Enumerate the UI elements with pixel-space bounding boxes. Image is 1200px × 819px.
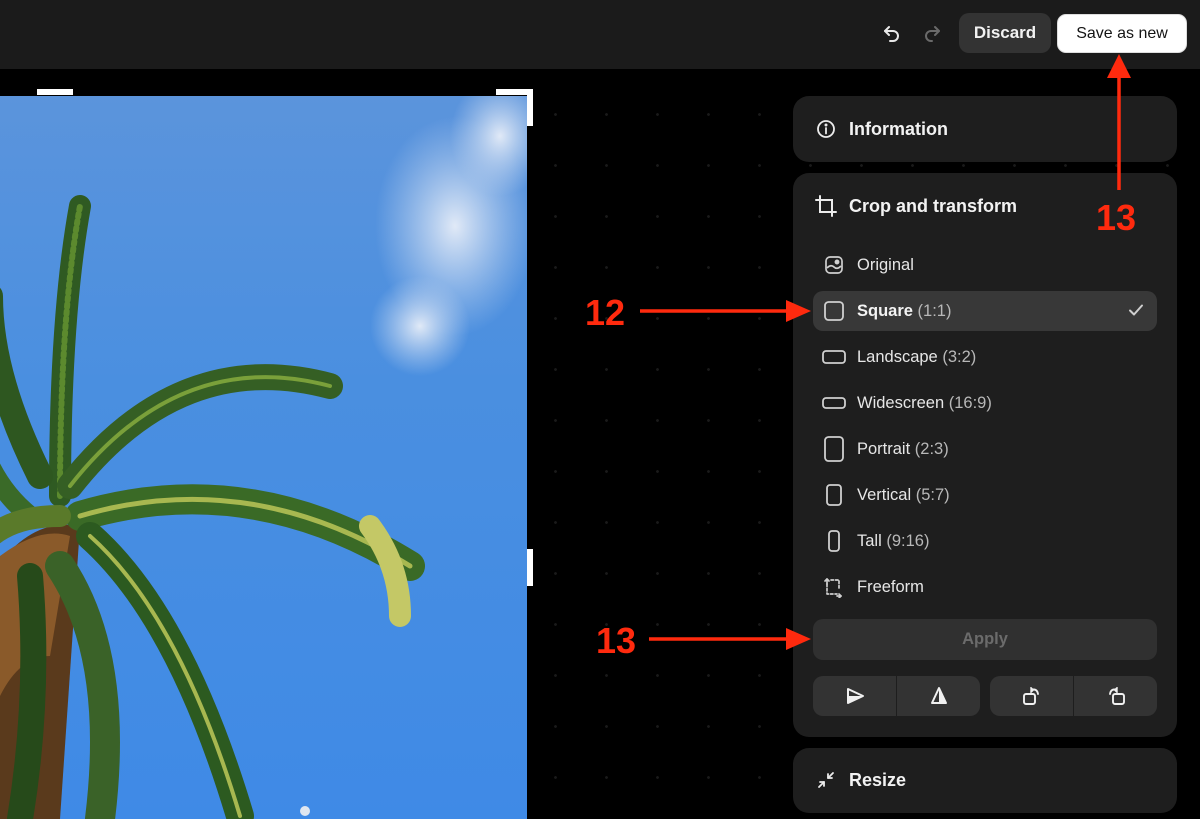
tall-icon (822, 529, 846, 553)
resize-panel[interactable]: Resize (793, 748, 1177, 813)
ratio-label: Square (857, 301, 913, 320)
landscape-icon (822, 345, 846, 369)
resize-header[interactable]: Resize (815, 769, 906, 791)
redo-button[interactable] (919, 20, 945, 46)
widescreen-icon (822, 391, 846, 415)
ratio-landscape[interactable]: Landscape (3:2) (813, 337, 1157, 377)
checkmark-icon (1127, 301, 1145, 324)
crop-title: Crop and transform (849, 195, 1018, 216)
resize-title: Resize (849, 769, 907, 790)
freeform-icon (822, 575, 846, 599)
crop-transform-panel: Crop and transform Original Square (1:1)… (793, 173, 1177, 737)
ratio-value: (2:3) (914, 439, 949, 458)
ratio-square[interactable]: Square (1:1) (813, 291, 1157, 331)
image-icon (822, 253, 846, 277)
flip-vertical-icon (930, 687, 947, 704)
information-panel[interactable]: Information (793, 96, 1177, 162)
square-icon (822, 299, 846, 323)
crop-handle-right[interactable] (527, 549, 533, 586)
information-title: Information (849, 118, 948, 139)
undo-icon (884, 26, 899, 42)
resize-icon (815, 769, 837, 791)
redo-icon (925, 26, 940, 42)
ratio-freeform[interactable]: Freeform (813, 567, 1157, 607)
annotation-label-13-apply: 13 (596, 620, 637, 661)
flip-vertical-button[interactable] (896, 676, 980, 716)
ratio-widescreen[interactable]: Widescreen (16:9) (813, 383, 1157, 423)
rotate-left-icon (1022, 687, 1039, 705)
vertical-icon (822, 483, 846, 507)
undo-button[interactable] (879, 20, 905, 46)
ratio-label: Portrait (857, 439, 911, 458)
ratio-value: (9:16) (886, 531, 930, 550)
crop-icon (815, 195, 837, 217)
rotate-right-button[interactable] (1073, 676, 1157, 716)
ratio-label: Widescreen (857, 393, 945, 412)
crop-handle-top-left[interactable] (37, 89, 73, 95)
ratio-original[interactable]: Original (813, 245, 1157, 285)
info-icon (815, 118, 837, 140)
ratio-vertical[interactable]: Vertical (5:7) (813, 475, 1157, 515)
apply-button[interactable]: Apply (813, 619, 1157, 660)
ratio-value: (1:1) (917, 301, 952, 320)
crop-header[interactable]: Crop and transform (815, 195, 1017, 217)
ratio-label: Original (857, 255, 914, 274)
top-toolbar: Discard Save as new (0, 0, 1200, 69)
rotate-left-button[interactable] (990, 676, 1073, 716)
ratio-value: (3:2) (942, 347, 977, 366)
flip-button-group (813, 676, 980, 716)
ratio-value: (16:9) (948, 393, 992, 412)
ratio-label: Freeform (857, 577, 924, 596)
crop-handle-top-right-v[interactable] (527, 89, 533, 126)
ratio-label: Tall (857, 531, 882, 550)
save-as-new-button[interactable]: Save as new (1057, 14, 1187, 53)
flip-horizontal-icon (846, 688, 864, 704)
rotate-button-group (990, 676, 1157, 716)
annotation-label-13-save: 13 (1096, 197, 1137, 238)
ratio-tall[interactable]: Tall (9:16) (813, 521, 1157, 561)
moon (300, 806, 310, 816)
ratio-label: Vertical (857, 485, 912, 504)
palm-tree-image (0, 96, 527, 819)
annotation-label-12: 12 (585, 292, 626, 333)
portrait-icon (822, 436, 846, 462)
ratio-value: (5:7) (915, 485, 950, 504)
discard-button[interactable]: Discard (959, 13, 1051, 53)
ratio-portrait[interactable]: Portrait (2:3) (813, 429, 1157, 469)
photo-preview[interactable] (0, 96, 527, 819)
rotate-right-icon (1108, 687, 1125, 705)
flip-horizontal-button[interactable] (813, 676, 896, 716)
information-header[interactable]: Information (815, 118, 948, 140)
ratio-label: Landscape (857, 347, 938, 366)
